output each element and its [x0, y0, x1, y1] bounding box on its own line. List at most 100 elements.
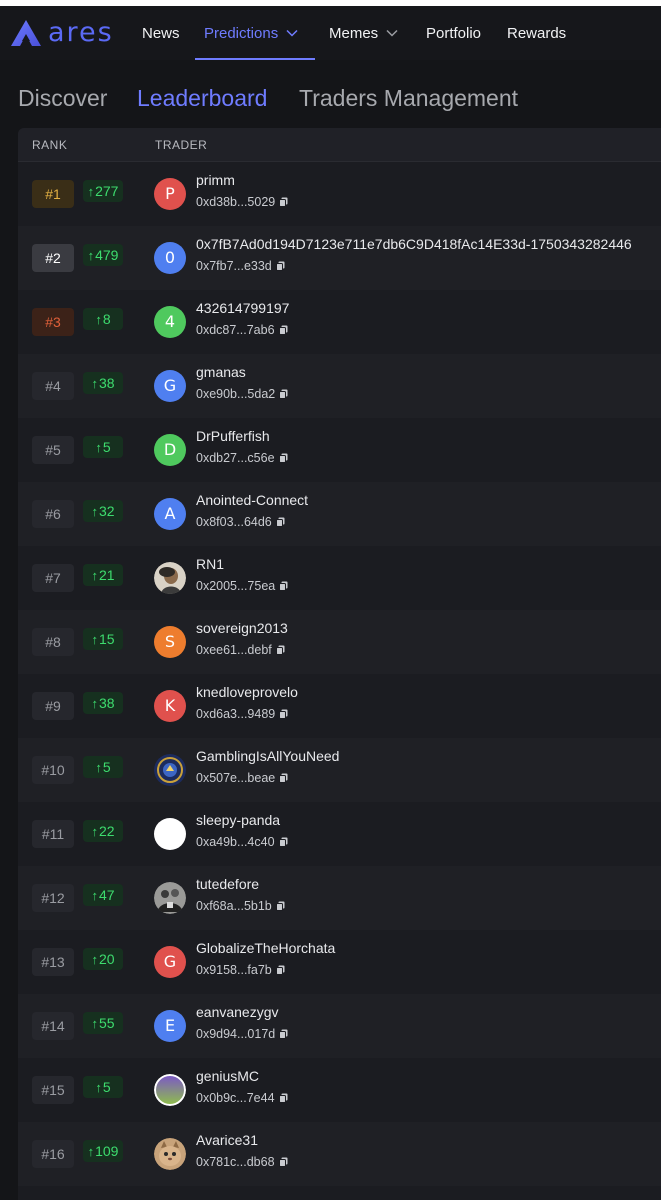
avatar-letter: G	[163, 952, 177, 971]
copy-icon[interactable]	[278, 325, 288, 335]
copy-icon[interactable]	[275, 965, 285, 975]
copy-icon[interactable]	[278, 1093, 288, 1103]
wallet-address-text: 0xdb27...c56e	[196, 451, 275, 465]
rank-change-badge: ↑5	[83, 756, 123, 778]
trader-name[interactable]: Anointed-Connect	[196, 492, 308, 508]
copy-icon[interactable]	[279, 389, 288, 399]
table-row[interactable]: #6 ↑32 A Anointed-Connect 0x8f03...64d6	[18, 482, 661, 546]
tab-traders-management[interactable]: Traders Management	[299, 78, 518, 118]
copy-icon[interactable]	[279, 773, 288, 783]
table-row[interactable]: #14 ↑55 Eeanvanezygv 0x9d94...017d	[18, 994, 661, 1058]
trader-name[interactable]: sovereign2013	[196, 620, 288, 636]
arrow-up-icon: ↑	[91, 952, 98, 967]
trader-name[interactable]: GamblingIsAllYouNeed	[196, 748, 339, 764]
avatar[interactable]: P	[154, 178, 186, 210]
copy-icon[interactable]	[279, 709, 288, 719]
copy-icon[interactable]	[278, 837, 288, 847]
rank-change-value: 32	[98, 503, 115, 519]
copy-icon[interactable]	[275, 901, 285, 911]
table-row[interactable]: #16 ↑109 Avarice31 0x781c...db68	[18, 1122, 661, 1186]
avatar[interactable]: D	[154, 434, 186, 466]
rank-change-value: 8	[102, 311, 111, 327]
ares-logo[interactable]: ares	[10, 19, 114, 47]
rank-badge: #16	[32, 1140, 74, 1168]
copy-icon[interactable]	[279, 197, 288, 207]
nav-predictions[interactable]: Predictions	[204, 6, 298, 60]
avatar[interactable]: 0	[154, 242, 186, 274]
rank-badge: #5	[32, 436, 74, 464]
wallet-address: 0xd38b...5029	[196, 195, 288, 209]
rank-change-value: 15	[98, 631, 115, 647]
avatar[interactable]	[154, 1074, 186, 1106]
nav-portfolio[interactable]: Portfolio	[426, 6, 481, 60]
nav-memes[interactable]: Memes	[329, 6, 398, 60]
arrow-up-icon: ↑	[91, 1016, 98, 1031]
avatar-letter: K	[164, 696, 176, 715]
avatar[interactable]	[154, 882, 186, 914]
avatar-letter: 0	[164, 248, 176, 267]
trader-name[interactable]: sleepy-panda	[196, 812, 280, 828]
trader-name[interactable]: knedloveprovelo	[196, 684, 298, 700]
avatar[interactable]: G	[154, 370, 186, 402]
trader-name[interactable]: DrPufferfish	[196, 428, 270, 444]
copy-icon[interactable]	[275, 261, 285, 271]
avatar[interactable]: G	[154, 946, 186, 978]
nav-news[interactable]: News	[142, 6, 180, 60]
column-header-rank: RANK	[32, 138, 68, 152]
copy-icon[interactable]	[278, 1157, 288, 1167]
avatar[interactable]	[154, 754, 186, 786]
avatar[interactable]: E	[154, 1010, 186, 1042]
nav-memes-label: Memes	[329, 24, 379, 42]
table-row[interactable]: #11 ↑22 sleepy-panda 0xa49b...4c40	[18, 802, 661, 866]
avatar[interactable]: A	[154, 498, 186, 530]
avatar[interactable]	[154, 562, 186, 594]
brand-name: ares	[48, 17, 114, 48]
wallet-address-text: 0xd38b...5029	[196, 195, 276, 209]
avatar[interactable]: K	[154, 690, 186, 722]
arrow-up-icon: ↑	[91, 568, 98, 583]
arrow-up-icon: ↑	[87, 184, 95, 199]
trader-name[interactable]: geniusMC	[196, 1068, 259, 1084]
table-row[interactable]: #15 ↑5 geniusMC 0x0b9c...7e44	[18, 1058, 661, 1122]
copy-icon[interactable]	[279, 581, 288, 591]
trader-name[interactable]: eanvanezygv	[196, 1004, 279, 1020]
table-row[interactable]: #8 ↑15 Ssovereign2013 0xee61...debf	[18, 610, 661, 674]
copy-icon[interactable]	[275, 645, 285, 655]
arrow-up-icon: ↑	[95, 312, 102, 327]
rank-change-value: 38	[98, 375, 115, 391]
table-row[interactable]: #9 ↑38 Kknedloveprovelo 0xd6a3...9489	[18, 674, 661, 738]
trader-name[interactable]: gmanas	[196, 364, 246, 380]
avatar[interactable]: 4	[154, 306, 186, 338]
table-row[interactable]: #10 ↑5 GamblingIsAllYouNeed 0x507e...beae	[18, 738, 661, 802]
trader-name[interactable]: primm	[196, 172, 235, 188]
copy-icon[interactable]	[279, 1029, 288, 1039]
rank-change-value: 5	[102, 759, 111, 775]
trader-name[interactable]: Avarice31	[196, 1132, 258, 1148]
table-row[interactable]: #1 ↑277 Pprimm 0xd38b...5029	[18, 162, 661, 226]
trader-name[interactable]: GlobalizeTheHorchata	[196, 940, 335, 956]
nav-rewards[interactable]: Rewards	[507, 6, 566, 60]
copy-icon[interactable]	[278, 453, 288, 463]
table-row[interactable]: #4 ↑38 Ggmanas 0xe90b...5da2	[18, 354, 661, 418]
table-row[interactable]: #13 ↑20 G GlobalizeTheHorchata 0x9158...fa7b	[18, 930, 661, 994]
tab-leaderboard[interactable]: Leaderboard	[137, 78, 267, 118]
copy-icon[interactable]	[275, 517, 285, 527]
avatar[interactable]	[154, 1138, 186, 1170]
table-row[interactable]: #2 ↑479 0 0x7fB7Ad0d194D7123e711e7db6C9D418…	[18, 226, 661, 290]
trader-name[interactable]: tutedefore	[196, 876, 259, 892]
tab-discover[interactable]: Discover	[18, 78, 107, 118]
rank-badge: #12	[32, 884, 74, 912]
wallet-address-text: 0x7fb7...e33d	[196, 259, 272, 273]
table-row[interactable]: #5 ↑5 D DrPufferfish 0xdb27...c56e	[18, 418, 661, 482]
trader-name[interactable]: RN1	[196, 556, 224, 572]
avatar[interactable]: S	[154, 626, 186, 658]
trader-name[interactable]: 0x7fB7Ad0d194D7123e711e7db6C9D418fAc14E3…	[196, 236, 632, 252]
trader-name[interactable]: 432614799197	[196, 300, 289, 316]
table-row[interactable]: #7 ↑21 RN1 0x2005...75ea	[18, 546, 661, 610]
arrow-up-icon: ↑	[91, 504, 98, 519]
table-row[interactable]: #12 ↑47 tutedefore 0xf68a...5b1b	[18, 866, 661, 930]
table-row[interactable]: #3 ↑8 4 432614799197 0xdc87...7ab6	[18, 290, 661, 354]
rank-change-value: 479	[95, 247, 119, 263]
rank-change-badge: ↑479	[83, 244, 123, 266]
avatar[interactable]	[154, 818, 186, 850]
